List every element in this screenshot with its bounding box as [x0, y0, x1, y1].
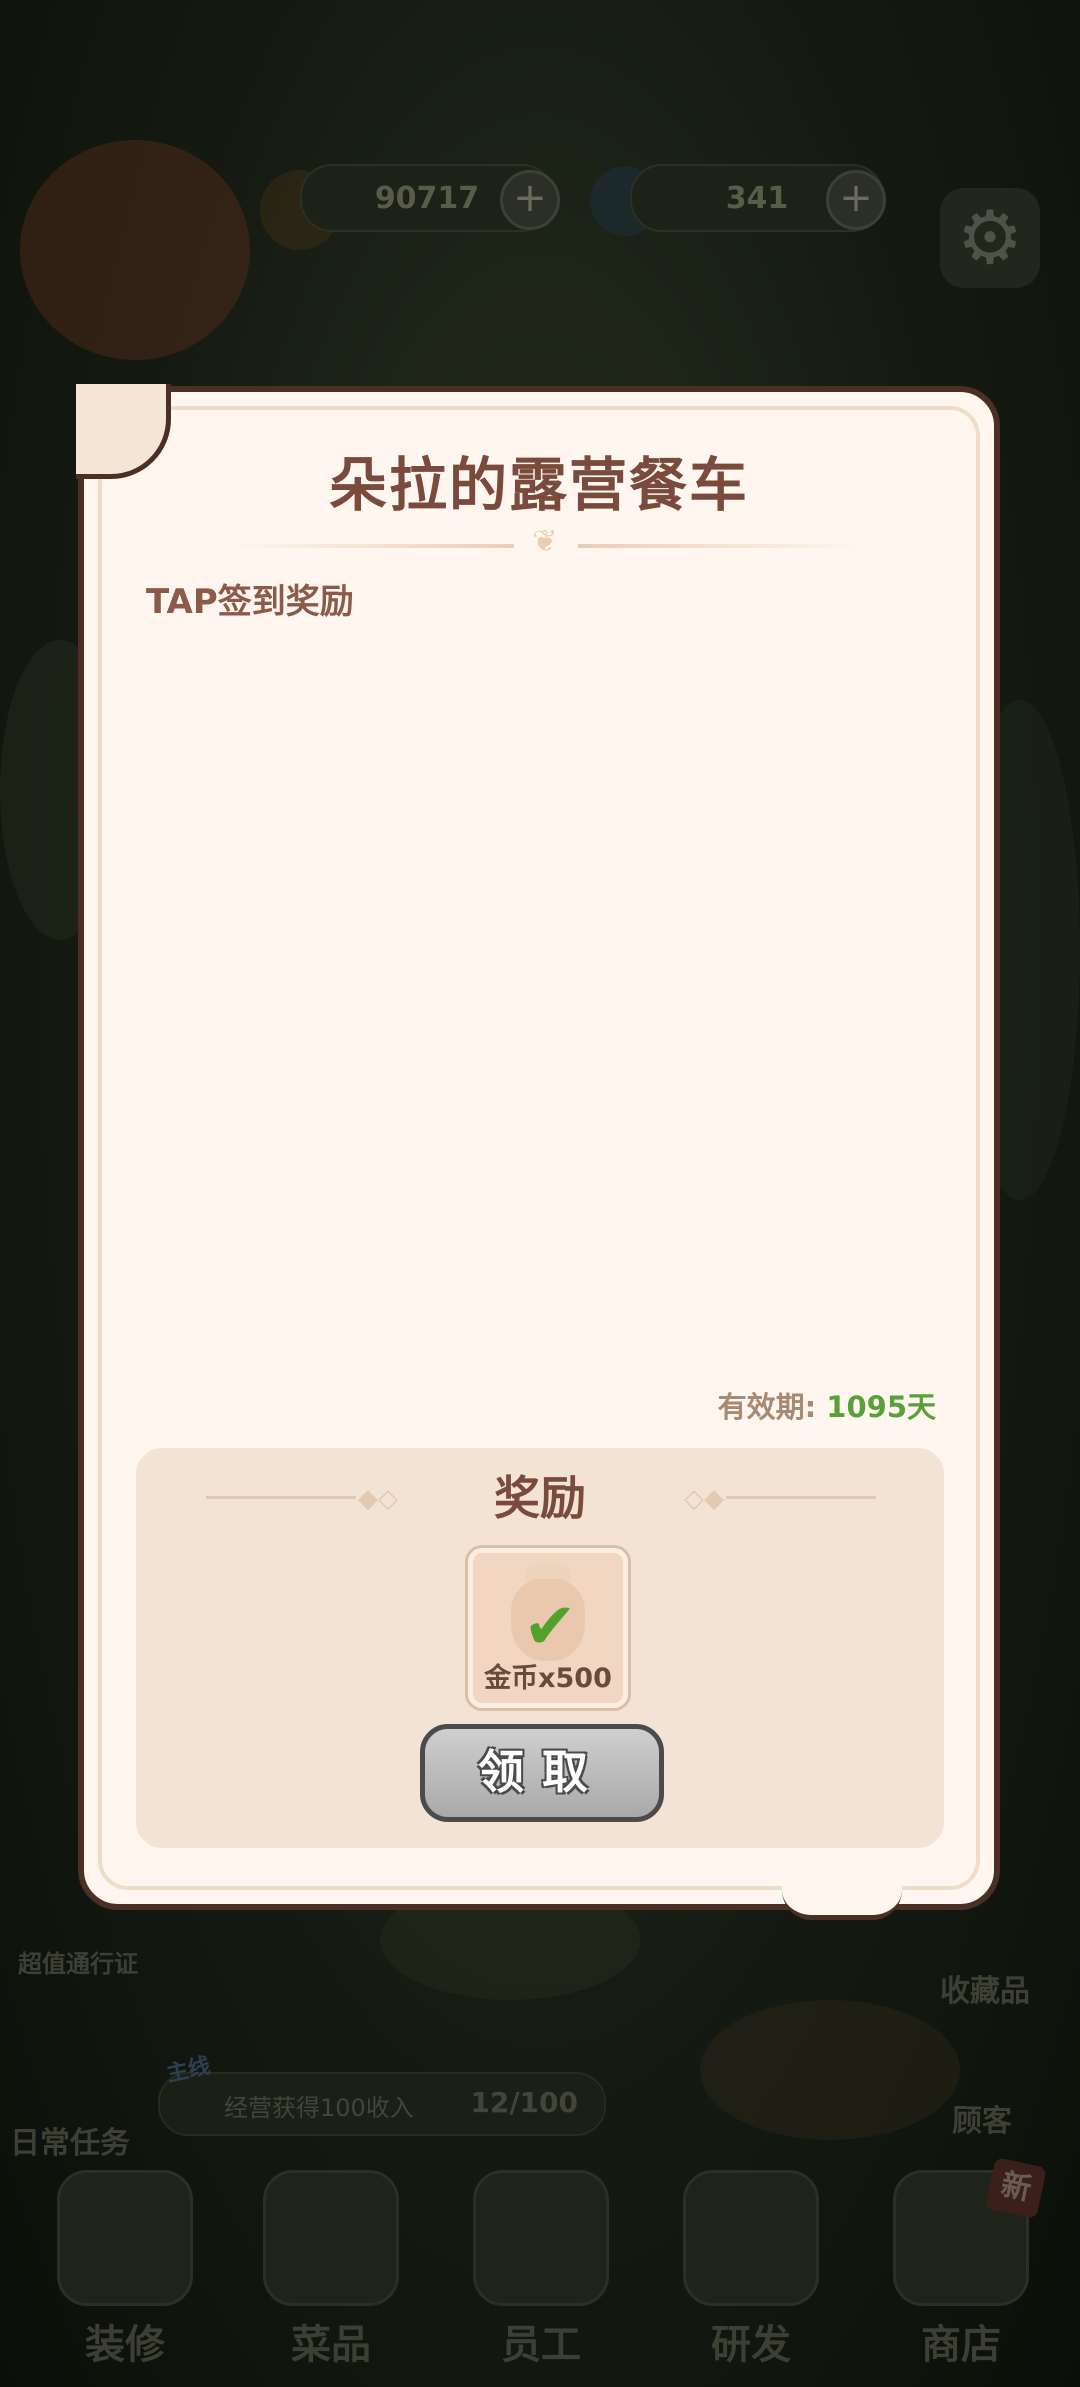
validity-label: 有效期: [717, 1390, 817, 1424]
title-divider-left [224, 544, 514, 548]
daily-tasks-label[interactable]: 日常任务 [10, 2118, 130, 2162]
check-icon: ✔ [523, 1590, 577, 1664]
nav-shop-label: 商店 [921, 2322, 1001, 2368]
diamond-ornament-icon: ◇◆ [684, 1484, 724, 1514]
claim-button[interactable]: 领取 [420, 1724, 664, 1822]
decorate-icon [57, 2170, 193, 2306]
nav-dishes[interactable]: 菜品 [256, 2170, 406, 2370]
main-quest-bar[interactable]: 主线 经营获得100收入 12/100 [158, 2054, 606, 2136]
pass-label[interactable]: 超值通行证 [18, 1944, 138, 1979]
dishes-icon [263, 2170, 399, 2306]
nav-research[interactable]: 研发 [676, 2170, 826, 2370]
add-coins-button[interactable]: + [500, 170, 560, 230]
validity-value: 1095天 [826, 1390, 936, 1424]
title-divider-right [578, 544, 868, 548]
reward-item-card[interactable]: ✔ 金币x500 [468, 1548, 628, 1708]
main-quest-text: 经营获得100收入 [224, 2094, 414, 2122]
customers-label[interactable]: 顾客 [952, 2096, 1012, 2140]
nav-research-label: 研发 [711, 2322, 791, 2368]
collection-label[interactable]: 收藏品 [940, 1966, 1030, 2010]
reward-dialog: 朵拉的露营餐车 ❦ TAP签到奖励 有效期: 1095天 ◆◇ 奖励 ◇◆ ✔ … [76, 384, 1000, 1920]
gem-amount: 341 [725, 180, 789, 216]
staff-icon [473, 2170, 609, 2306]
dialog-title: 朵拉的露营餐车 [328, 451, 749, 519]
reward-item-label: 金币x500 [484, 1663, 612, 1694]
coin-amount: 90717 [374, 180, 480, 216]
title-ornament-icon: ❦ [532, 524, 558, 559]
nav-staff[interactable]: 员工 [466, 2170, 616, 2370]
settings-gear-icon[interactable]: ⚙ [940, 188, 1040, 288]
add-gems-button[interactable]: + [826, 170, 886, 230]
nav-decorate-label: 装修 [85, 2322, 165, 2368]
reward-divider-right [726, 1496, 876, 1499]
validity-text: 有效期: 1095天 [718, 1384, 936, 1426]
dialog-bottom-tab [782, 1885, 902, 1920]
reward-panel: ◆◇ 奖励 ◇◆ ✔ 金币x500 领取 [136, 1448, 944, 1848]
nav-staff-label: 员工 [501, 2322, 581, 2368]
nav-decorate[interactable]: 装修 [50, 2170, 200, 2370]
research-icon [683, 2170, 819, 2306]
reward-title: 奖励 [494, 1471, 586, 1525]
main-quest-progress: 12/100 [470, 2086, 578, 2119]
nav-dishes-label: 菜品 [291, 2322, 371, 2368]
main-quest-tag: 主线 [164, 2053, 213, 2088]
chef-hat-avatar[interactable] [20, 140, 250, 360]
dialog-subtitle: TAP签到奖励 [146, 582, 354, 622]
new-badge: 新 [985, 2157, 1047, 2219]
